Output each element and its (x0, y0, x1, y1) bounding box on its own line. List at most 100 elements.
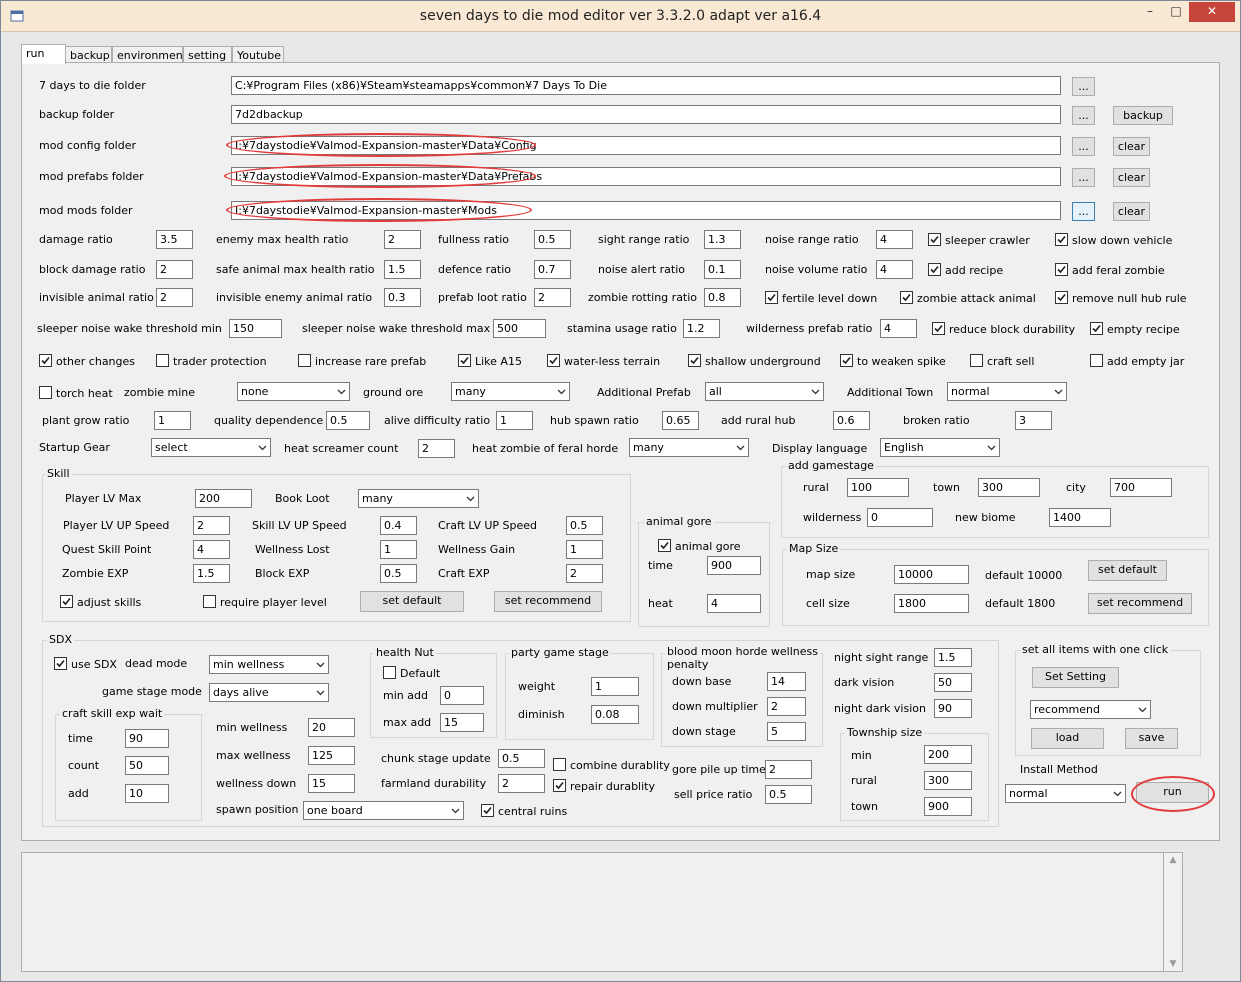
tab-youtube[interactable]: Youtube (232, 46, 284, 63)
zombie-exp-input[interactable]: 1.5 (193, 564, 230, 583)
broken-ratio-input[interactable]: 3 (1015, 411, 1052, 430)
trader-protection-checkbox[interactable]: trader protection (156, 354, 267, 368)
checkbox-box[interactable] (1055, 291, 1068, 304)
skill-set-recommend-button[interactable]: set recommend (494, 591, 602, 612)
repair-durablity-checkbox[interactable]: repair durablity (553, 779, 655, 793)
alive-difficulty-ratio-input[interactable]: 1 (496, 411, 533, 430)
noise-alert-ratio-input[interactable]: 0.1 (704, 260, 741, 279)
checkbox-box[interactable] (928, 233, 941, 246)
checkbox-box[interactable] (658, 539, 671, 552)
damage-ratio-input[interactable]: 3.5 (156, 230, 193, 249)
use-sdx-checkbox[interactable]: use SDX (54, 657, 117, 671)
map-size-input[interactable]: 10000 (894, 565, 969, 584)
down-multiplier-input[interactable]: 2 (767, 697, 806, 716)
prefabs-folder-input[interactable]: I:¥7daystodie¥Valmod-Expansion-master¥Da… (231, 167, 1061, 186)
tab-environment[interactable]: environment (112, 46, 187, 63)
browse-backup-button[interactable]: ... (1072, 106, 1095, 125)
startup-gear-select[interactable]: select (151, 438, 271, 457)
browse-mods-button[interactable]: ... (1072, 202, 1095, 221)
display-language-select[interactable]: English (880, 438, 1000, 457)
gore-pile-up-input[interactable]: 2 (765, 760, 812, 779)
checkbox-box[interactable] (203, 595, 216, 608)
wellness-lost-input[interactable]: 1 (380, 540, 417, 559)
safe-animal-max-health-ratio-input[interactable]: 1.5 (384, 260, 421, 279)
animal-gore-checkbox[interactable]: animal gore (658, 539, 741, 553)
ground-ore-select[interactable]: many (451, 382, 570, 401)
wilderness-prefab-ratio-input[interactable]: 4 (880, 319, 917, 338)
zombie-mine-select[interactable]: none (237, 382, 350, 401)
block-damage-ratio-input[interactable]: 2 (156, 260, 193, 279)
checkbox-box[interactable] (840, 354, 853, 367)
browse-prefabs-button[interactable]: ... (1072, 168, 1095, 187)
craft-time-input[interactable]: 90 (125, 729, 169, 748)
close-button[interactable]: ✕ (1189, 2, 1235, 22)
wellness-gain-input[interactable]: 1 (566, 540, 603, 559)
cell-size-input[interactable]: 1800 (894, 594, 969, 613)
shallow-underground-checkbox[interactable]: shallow underground (688, 354, 821, 368)
load-button[interactable]: load (1031, 728, 1104, 749)
install-method-select[interactable]: normal (1005, 784, 1126, 803)
health-nut-default-checkbox[interactable]: Default (383, 666, 440, 680)
down-base-input[interactable]: 14 (767, 672, 806, 691)
run-button[interactable]: run (1136, 782, 1209, 803)
checkbox-box[interactable] (1055, 263, 1068, 276)
township-min-input[interactable]: 200 (924, 745, 972, 764)
tab-setting[interactable]: setting (183, 46, 232, 63)
browse-seven-days-button[interactable]: ... (1072, 77, 1095, 96)
log-scrollbar[interactable]: ▲ ▼ (1163, 852, 1183, 972)
checkbox-box[interactable] (928, 263, 941, 276)
config-folder-input[interactable]: I:¥7daystodie¥Valmod-Expansion-master¥Da… (231, 136, 1061, 155)
sleeper-crawler-checkbox[interactable]: sleeper crawler (928, 233, 1030, 247)
book-loot-select[interactable]: many (358, 489, 479, 508)
craft-lv-up-speed-input[interactable]: 0.5 (566, 516, 603, 535)
require-player-level-checkbox[interactable]: require player level (203, 595, 327, 609)
fertile-level-down-checkbox[interactable]: fertile level down (765, 291, 877, 305)
checkbox-box[interactable] (1090, 322, 1103, 335)
backup-button[interactable]: backup (1113, 106, 1173, 125)
tab-backup[interactable]: backup (65, 46, 112, 63)
prefab-loot-ratio-input[interactable]: 2 (534, 288, 571, 307)
to-weaken-spike-checkbox[interactable]: to weaken spike (840, 354, 946, 368)
skill-set-default-button[interactable]: set default (360, 591, 464, 612)
sight-range-ratio-input[interactable]: 1.3 (704, 230, 741, 249)
add-rural-hub-input[interactable]: 0.6 (833, 411, 870, 430)
zombie-attack-animal-checkbox[interactable]: zombie attack animal (900, 291, 1036, 305)
save-button[interactable]: save (1125, 728, 1178, 749)
reduce-block-durability-checkbox[interactable]: reduce block durability (932, 322, 1075, 336)
sleeper-noise-max-input[interactable]: 500 (493, 319, 546, 338)
checkbox-box[interactable] (458, 354, 471, 367)
minimize-button[interactable]: – (1137, 2, 1163, 22)
quest-skill-point-input[interactable]: 4 (193, 540, 230, 559)
tab-run[interactable]: run (21, 44, 66, 64)
heat-screamer-count-input[interactable]: 2 (418, 439, 455, 458)
checkbox-box[interactable] (54, 657, 67, 670)
gs-rural-input[interactable]: 100 (847, 478, 909, 497)
mods-folder-input[interactable]: I:¥7daystodie¥Valmod-Expansion-master¥Mo… (231, 201, 1061, 220)
water-less-terrain-checkbox[interactable]: water-less terrain (547, 354, 660, 368)
township-town-input[interactable]: 900 (924, 797, 972, 816)
min-wellness-input[interactable]: 20 (308, 718, 355, 737)
checkbox-box[interactable] (547, 354, 560, 367)
zombie-rotting-ratio-input[interactable]: 0.8 (704, 288, 741, 307)
stamina-usage-ratio-input[interactable]: 1.2 (683, 319, 720, 338)
spawn-position-select[interactable]: one board (303, 801, 464, 820)
maximize-button[interactable]: □ (1163, 2, 1189, 22)
additional-town-select[interactable]: normal (947, 382, 1067, 401)
scroll-up-icon[interactable]: ▲ (1164, 855, 1182, 865)
map-set-default-button[interactable]: set default (1088, 560, 1167, 581)
max-add-input[interactable]: 15 (440, 713, 484, 732)
empty-recipe-checkbox[interactable]: empty recipe (1090, 322, 1180, 336)
checkbox-box[interactable] (60, 595, 73, 608)
heat-zombie-feral-select[interactable]: many (629, 438, 749, 457)
invisible-enemy-animal-ratio-input[interactable]: 0.3 (384, 288, 421, 307)
noise-range-ratio-input[interactable]: 4 (876, 230, 913, 249)
night-dark-vision-input[interactable]: 90 (934, 699, 972, 718)
torch-heat-checkbox[interactable]: torch heat (39, 386, 113, 400)
min-add-input[interactable]: 0 (440, 686, 484, 705)
remove-null-hub-rule-checkbox[interactable]: remove null hub rule (1055, 291, 1187, 305)
backup-folder-input[interactable]: 7d2dbackup (231, 105, 1061, 124)
checkbox-box[interactable] (39, 354, 52, 367)
max-wellness-input[interactable]: 125 (308, 746, 355, 765)
adjust-skills-checkbox[interactable]: adjust skills (60, 595, 141, 609)
gs-new-biome-input[interactable]: 1400 (1049, 508, 1111, 527)
